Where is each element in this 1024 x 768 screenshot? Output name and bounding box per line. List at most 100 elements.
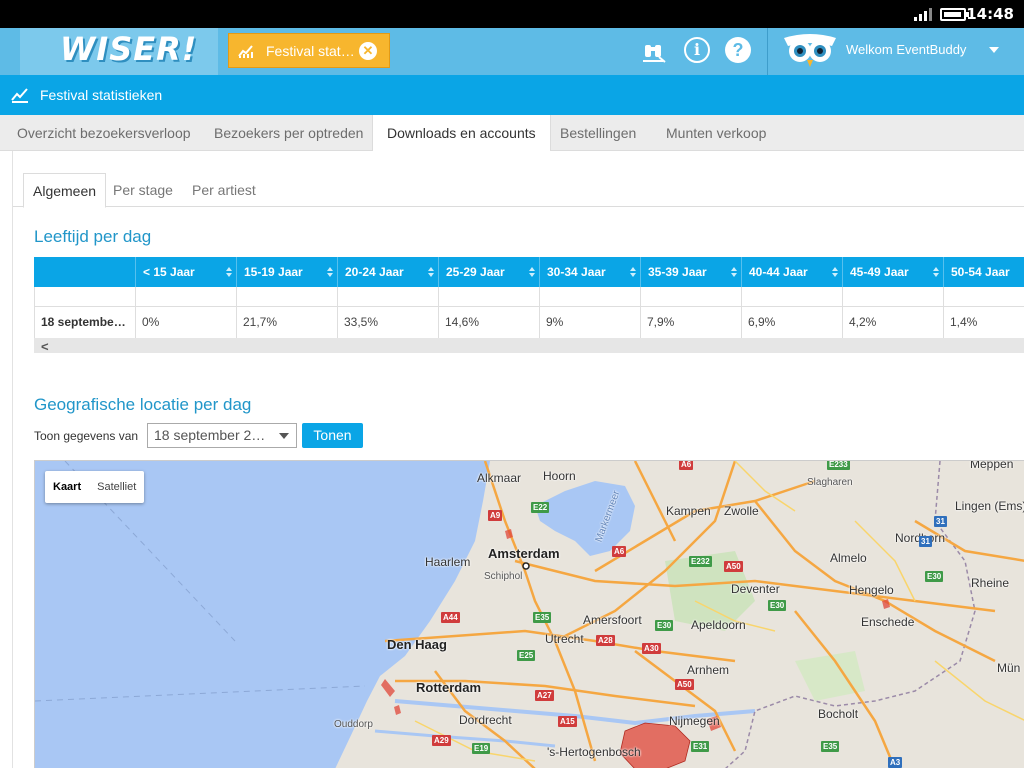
map-city-label: Schiphol [484,571,523,582]
column-header[interactable]: 50-54 Jaar [943,257,1024,287]
owl-avatar-icon[interactable] [780,32,840,68]
table-cell: 6,9% [742,307,843,338]
sort-icon[interactable] [933,267,939,277]
column-header-label: 50-54 Jaar [951,265,1010,279]
road-shield: E30 [925,571,944,582]
chevron-down-icon[interactable] [989,47,999,53]
horizontal-scrollbar[interactable]: < [34,338,1024,353]
logo-area[interactable]: WISER! [20,28,218,75]
info-icon[interactable]: i [684,37,710,63]
tab-downloads-en-accounts[interactable]: Downloads en accounts [372,115,551,152]
date-select-value: 18 september 2… [154,427,266,443]
column-header[interactable]: 45-49 Jaar [842,257,943,287]
map-type-kaart[interactable]: Kaart [45,471,89,503]
road-shield: A9 [488,510,503,521]
map-city-label: Almelo [830,551,867,565]
road-shield: E35 [533,612,552,623]
road-shield: A30 [642,643,661,654]
map-city-label: Enschede [861,615,915,629]
battery-icon [940,8,969,21]
column-header-label: 35-39 Jaar [648,265,707,279]
map-city-label: Ouddorp [334,719,373,730]
map-city-label: Utrecht [545,632,584,646]
subtab-per-stage[interactable]: Per stage [104,173,182,207]
chart-icon [11,88,28,103]
age-table: < 15 Jaar 15-19 Jaar 20-24 Jaar 25-29 Ja… [34,257,1024,353]
road-shield: A27 [535,690,554,701]
chevron-down-icon [279,433,289,439]
column-header-day [34,257,135,287]
column-header-label: 40-44 Jaar [749,265,808,279]
sort-icon[interactable] [630,267,636,277]
road-shield: A50 [724,561,743,572]
table-cell: 21,7% [237,307,338,338]
road-shield: A15 [558,716,577,727]
date-select[interactable]: 18 september 2… [147,423,297,448]
map-city-label: Rotterdam [416,680,482,695]
sort-icon[interactable] [327,267,333,277]
tab-overzicht-bezoekersverloop[interactable]: Overzicht bezoekersverloop [3,115,205,151]
open-app-tab-festival[interactable]: Festival stat… ✕ [228,33,390,68]
date-filter-label: Toon gegevens van [34,429,139,443]
map-city-label: Haarlem [425,555,471,569]
column-header-label: 45-49 Jaar [850,265,909,279]
map-city-label: 's-Hertogenbosch [547,745,641,759]
map-city-label: Deventer [731,582,780,596]
road-shield: A28 [596,635,615,646]
location-map[interactable]: Kaart Satelliet Alkmaar Hoorn Amsterdam H… [34,460,1024,768]
signal-icon [914,8,932,21]
sub-tab-bar: Algemeen Per stage Per artiest [13,173,1024,208]
sort-icon[interactable] [832,267,838,277]
scroll-left-icon[interactable]: < [41,339,49,353]
clock: 14:48 [966,5,1014,23]
column-header-label: < 15 Jaar [143,265,195,279]
page-title: Festival statistieken [40,87,163,103]
map-city-label: Dordrecht [459,713,512,727]
tab-bezoekers-per-optreden[interactable]: Bezoekers per optreden [200,115,377,151]
column-header[interactable]: 40-44 Jaar [741,257,842,287]
subtab-per-artiest[interactable]: Per artiest [183,173,265,207]
tab-munten-verkoop[interactable]: Munten verkoop [652,115,780,151]
age-table-header: < 15 Jaar 15-19 Jaar 20-24 Jaar 25-29 Ja… [34,257,1024,287]
sort-icon[interactable] [428,267,434,277]
map-city-label: Alkmaar [477,471,522,485]
help-icon[interactable]: ? [725,37,751,63]
column-header[interactable]: 25-29 Jaar [438,257,539,287]
road-shield: E30 [655,620,674,631]
column-header[interactable]: 20-24 Jaar [337,257,438,287]
map-city-label: Lingen (Ems) [955,499,1024,513]
sort-icon[interactable] [529,267,535,277]
column-header[interactable]: 15-19 Jaar [236,257,337,287]
header-divider [767,28,768,75]
column-header[interactable]: 30-34 Jaar [539,257,640,287]
table-cell: 1,4% [950,315,978,329]
close-icon[interactable]: ✕ [359,42,377,60]
sort-icon[interactable] [731,267,737,277]
map-city-label: Hoorn [543,469,576,483]
welcome-user-label[interactable]: Welkom EventBuddy [846,42,966,57]
column-header[interactable]: 35-39 Jaar [640,257,741,287]
road-shield: E25 [517,650,536,661]
sort-icon[interactable] [226,267,232,277]
table-cell: 7,9% [641,307,742,338]
tab-bestellingen[interactable]: Bestellingen [546,115,650,151]
road-shield: E19 [472,743,491,754]
map-type-satelliet[interactable]: Satelliet [89,471,144,503]
show-button[interactable]: Tonen [302,423,363,448]
age-section-title: Leeftijd per dag [34,227,152,246]
table-row[interactable]: 18 septembe… 0% 21,7% 33,5% 14,6% 9% 7,9… [34,307,1024,338]
map-city-label: Hengelo [849,583,894,597]
road-shield: E35 [821,741,840,752]
map-type-control: Kaart Satelliet [45,471,145,503]
column-header-label: 20-24 Jaar [345,265,404,279]
column-header-label: 15-19 Jaar [244,265,303,279]
binoculars-icon[interactable] [641,37,667,63]
map-city-label: Apeldoorn [691,618,746,632]
map-city-label: Amsterdam [488,546,560,561]
road-shield: E22 [531,502,550,513]
page-title-bar: Festival statistieken [0,75,1024,115]
subtab-algemeen[interactable]: Algemeen [23,173,107,208]
column-header[interactable]: < 15 Jaar [135,257,236,287]
map-city-label: Rheine [971,576,1010,590]
table-cell: 0% [136,307,237,338]
